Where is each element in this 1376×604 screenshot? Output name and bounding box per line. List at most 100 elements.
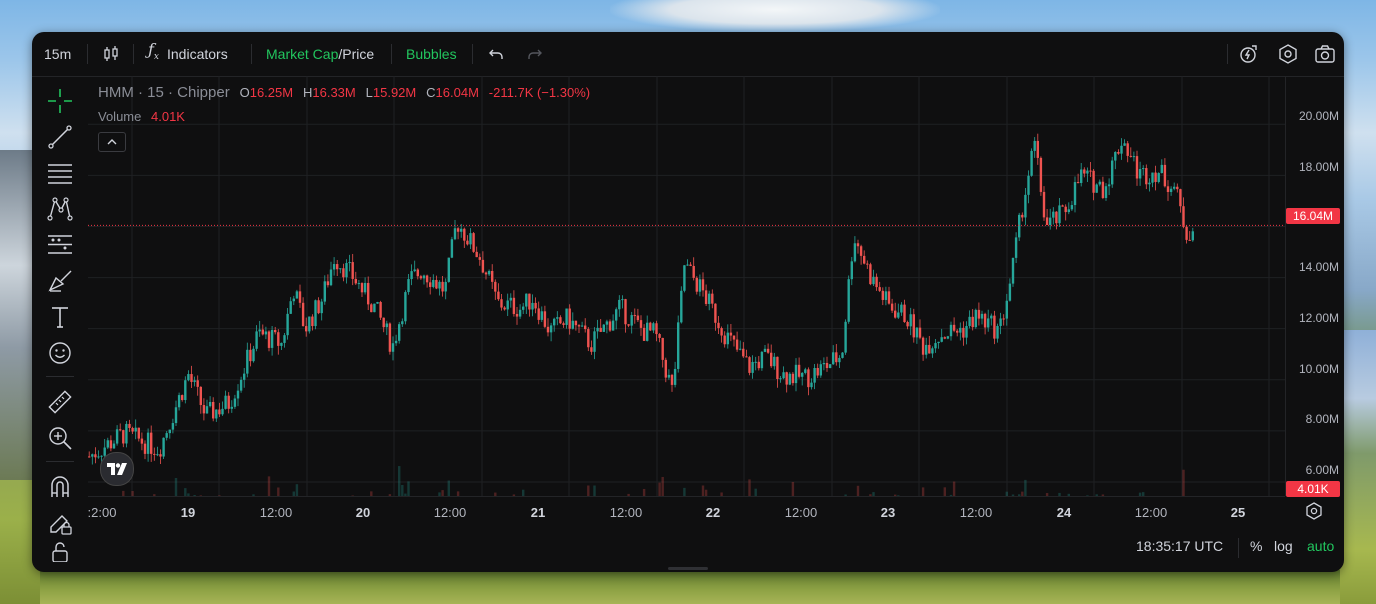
- candles-icon[interactable]: [102, 44, 120, 64]
- candle-body: [549, 325, 553, 333]
- candle-body: [146, 432, 150, 454]
- candlestick-chart[interactable]: [88, 76, 1285, 518]
- toolbar-divider: [472, 44, 473, 64]
- time-axis[interactable]: :2:00 19 12:00 20 12:00 21 12:00 22 12:0…: [88, 496, 1285, 527]
- candle-body: [742, 348, 745, 357]
- candle-body: [968, 316, 971, 327]
- candle-body: [565, 308, 568, 325]
- candle-body: [605, 321, 609, 325]
- candle-body: [1086, 170, 1089, 174]
- candle-body: [791, 373, 795, 384]
- candle-body: [937, 341, 940, 344]
- ruler-icon[interactable]: [45, 387, 75, 417]
- candle-body: [965, 326, 968, 338]
- settings-icon[interactable]: [1277, 44, 1299, 64]
- auto-scale-toggle[interactable]: auto: [1307, 538, 1334, 554]
- candle-body: [584, 325, 587, 330]
- price-tick: 6.00M: [1305, 463, 1339, 477]
- candle-body: [925, 344, 928, 355]
- zoom-in-icon[interactable]: [45, 423, 75, 453]
- candle-body: [686, 264, 689, 266]
- candle-body: [1132, 156, 1136, 158]
- candle-body: [1033, 140, 1036, 151]
- candle-body: [1002, 318, 1005, 320]
- price-chart-pane[interactable]: [88, 76, 1285, 518]
- candle-body: [162, 437, 165, 457]
- redo-icon[interactable]: [526, 44, 544, 64]
- magnet-icon[interactable]: [45, 472, 75, 502]
- symbol-title[interactable]: HMM · 15 · Chipper: [98, 84, 230, 101]
- volume-bar: [748, 479, 751, 518]
- text-icon[interactable]: [45, 302, 75, 332]
- price-label: /Price: [338, 46, 375, 62]
- volume-value: 4.01K: [151, 109, 185, 124]
- candle-body: [419, 276, 423, 279]
- candle-body: [934, 343, 937, 349]
- candle-body: [630, 315, 633, 326]
- candle-body: [949, 324, 953, 337]
- percent-scale-toggle[interactable]: %: [1250, 538, 1262, 554]
- utc-clock[interactable]: 18:35:17 UTC: [1136, 538, 1223, 554]
- tradingview-logo[interactable]: [100, 452, 134, 486]
- log-scale-toggle[interactable]: log: [1274, 538, 1293, 554]
- crosshair-icon[interactable]: [45, 86, 75, 116]
- close-key: C: [426, 85, 436, 100]
- candle-body: [435, 279, 438, 289]
- chart-window: 15m ƒx Indicators Market Cap/Price Bubbl…: [32, 32, 1344, 572]
- collapse-legend-button[interactable]: [98, 132, 126, 152]
- candle-body: [1120, 145, 1123, 154]
- undo-icon[interactable]: [487, 44, 505, 64]
- candle-body: [531, 302, 534, 310]
- candle-body: [404, 292, 407, 322]
- indicators-button[interactable]: ƒx Indicators: [148, 40, 228, 64]
- axis-settings-icon[interactable]: [1304, 501, 1324, 526]
- candle-body: [429, 282, 432, 287]
- candle-body: [956, 330, 959, 333]
- volume-bar: [658, 482, 661, 518]
- candle-body: [804, 369, 807, 373]
- brush-icon[interactable]: [45, 266, 75, 296]
- quick-trade-icon[interactable]: [1238, 44, 1260, 64]
- price-axis[interactable]: 20.00M 18.00M 14.00M 12.00M 10.00M 8.00M…: [1285, 76, 1344, 496]
- candle-body: [726, 332, 729, 345]
- bubbles-button[interactable]: Bubbles: [406, 44, 457, 64]
- camera-icon[interactable]: [1314, 44, 1336, 64]
- candle-body: [748, 357, 751, 373]
- marketcap-price-toggle[interactable]: Market Cap/Price: [266, 44, 374, 64]
- candle-body: [680, 290, 683, 323]
- candle-body: [912, 314, 915, 338]
- interval-button[interactable]: 15m: [44, 44, 71, 64]
- forecast-icon[interactable]: [45, 230, 75, 260]
- time-tick: :2:00: [87, 505, 117, 520]
- candle-body: [627, 324, 630, 326]
- candle-body: [723, 335, 726, 345]
- candle-body: [760, 351, 764, 369]
- candle-body: [494, 281, 497, 292]
- emoji-icon[interactable]: [45, 338, 75, 368]
- candle-body: [1151, 172, 1154, 183]
- candle-body: [562, 323, 565, 325]
- resize-handle[interactable]: [668, 567, 708, 570]
- pattern-icon[interactable]: [45, 194, 75, 224]
- candle-body: [1089, 170, 1092, 172]
- candle-body: [249, 349, 252, 362]
- candle-body: [624, 299, 627, 325]
- candle-body: [642, 327, 646, 341]
- indicators-label: Indicators: [167, 46, 228, 62]
- volume-bar: [856, 485, 860, 518]
- candle-body: [537, 308, 540, 320]
- time-tick: 21: [530, 505, 546, 520]
- candle-body: [1182, 206, 1185, 227]
- candle-body: [729, 332, 733, 336]
- candle-body: [1095, 184, 1098, 193]
- candle-body: [475, 251, 478, 258]
- candle-body: [274, 330, 277, 333]
- trendline-icon[interactable]: [45, 122, 75, 152]
- candle-body: [990, 315, 993, 319]
- candle-body: [590, 347, 593, 352]
- candle-body: [289, 301, 292, 314]
- candle-body: [481, 259, 485, 273]
- fib-retracement-icon[interactable]: [45, 158, 75, 188]
- candle-body: [574, 320, 578, 326]
- candle-body: [388, 323, 392, 352]
